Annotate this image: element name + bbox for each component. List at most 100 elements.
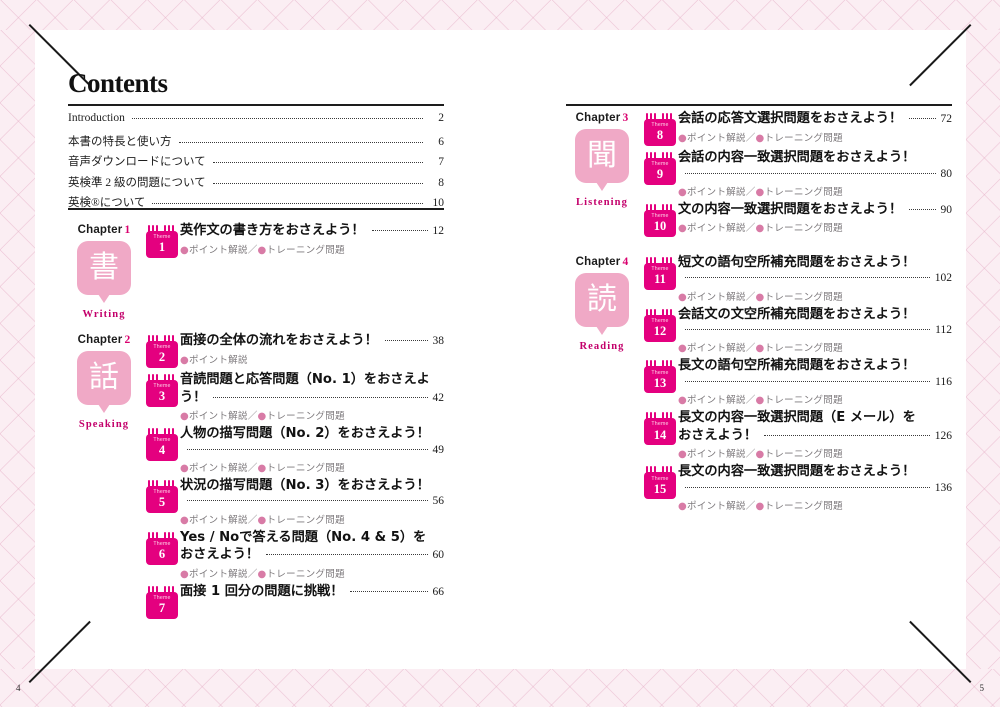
theme-body: Yes / Noで答える問題（No. 4 & 5）を おさえよう！ 60 ●ポイント解… <box>180 529 444 580</box>
toc-theme-entry[interactable]: Theme 5 状況の描写問題（No. 3）をおさえよう！ 56 ●ポイント解説／●トレ… <box>144 477 444 526</box>
chapter-kanji-bubble: 話 <box>77 351 131 413</box>
theme-page-number: 90 <box>940 203 953 216</box>
theme-title: 英作文の書き方をおさえよう！ <box>180 223 365 238</box>
toc-theme-entry[interactable]: Theme 1 英作文の書き方をおさえよう！ 12 ●ポイント解説／●トレーニング問題 <box>144 222 444 258</box>
theme-badge: Theme 14 <box>642 412 678 446</box>
front-matter-row[interactable]: 英検準 2 級の問題について 8 <box>68 174 444 195</box>
theme-badge: Theme 11 <box>642 256 678 290</box>
folio-left: 4 <box>16 683 21 693</box>
theme-title-block: 長文の内容一致選択問題（E メール）を おさえよう！ 126 <box>678 409 952 444</box>
theme-page-number: 49 <box>432 443 445 456</box>
theme-title-block: 短文の語句空所補充問題をおさえよう！ 102 <box>678 254 952 287</box>
theme-number: 14 <box>653 427 667 442</box>
leader-dots <box>685 172 936 174</box>
toc-theme-entry[interactable]: Theme 8 会話の応答文選択問題をおさえよう！ 72 ●ポイント解説／●トレーニング… <box>642 110 952 146</box>
front-matter-page: 7 <box>438 156 444 169</box>
leader-dots <box>685 277 930 279</box>
toc-theme-entry[interactable]: Theme 11 短文の語句空所補充問題をおさえよう！ 102 ●ポイント解説／●トレー… <box>642 254 952 303</box>
front-matter-row[interactable]: 本書の特長と使い方 6 <box>68 133 444 154</box>
theme-title-block: 人物の描写問題（No. 2）をおさえよう！ 49 <box>180 425 444 458</box>
corner-mark-bottom-left <box>28 620 92 683</box>
toc-theme-entry[interactable]: Theme 4 人物の描写問題（No. 2）をおさえよう！ 49 ●ポイント解説／●トレ… <box>144 425 444 474</box>
theme-title: 面接 1 回分の問題に挑戦！ <box>180 583 344 599</box>
theme-title-second-line: おさえよう！ 126 <box>678 427 952 445</box>
theme-page-number: 102 <box>934 272 952 285</box>
leader-dots <box>685 381 931 383</box>
theme-title: 会話の応答文選択問題をおさえよう！ <box>678 111 903 126</box>
theme-title-second-line: 49 <box>180 443 444 458</box>
toc-theme-entry[interactable]: Theme 10 文の内容一致選択問題をおさえよう！ 90 ●ポイント解説／●トレーニン… <box>642 201 952 237</box>
leader-dots <box>685 329 931 331</box>
theme-badge: Theme 2 <box>144 335 180 368</box>
theme-page-number: 12 <box>432 225 445 237</box>
leader-dots <box>685 486 930 488</box>
toc-theme-entry[interactable]: Theme 2 面接の全体の流れをおさえよう！ 38 ●ポイント解説 <box>144 332 444 368</box>
theme-number: 15 <box>653 481 667 496</box>
chapter-kanji: 書 <box>89 250 119 285</box>
column-right: Chapter 3 聞 Listening Theme 8 会話の応答文選択問題をおさえよう… <box>566 110 952 515</box>
leader-dots <box>371 230 428 231</box>
theme-title-cont: おさえよう！ <box>180 547 260 563</box>
front-matter-label: 英検準 2 級の問題について <box>68 176 206 189</box>
theme-title-block: 文の内容一致選択問題をおさえよう！ 90 <box>678 201 952 219</box>
theme-badge: Theme 5 <box>144 479 180 513</box>
chapter-theme-list: Theme 2 面接の全体の流れをおさえよう！ 38 ●ポイント解説 Theme 3 音読問題… <box>140 332 444 622</box>
theme-title: 状況の描写問題（No. 3）をおさえよう！ <box>180 477 430 493</box>
leader-dots <box>266 554 428 556</box>
chapter-label: Chapter 4 <box>566 256 638 268</box>
theme-body: 長文の内容一致選択問題（E メール）を おさえよう！ 126 ●ポイント解説／●トレー… <box>678 409 952 460</box>
theme-badge: Theme 15 <box>642 466 678 500</box>
leader-dots <box>187 448 428 450</box>
chapter-number: 2 <box>124 334 131 346</box>
chapter-badge[interactable]: Chapter 1 書 Writing <box>68 222 140 320</box>
theme-body: 長文の内容一致選択問題をおさえよう！ 136 ●ポイント解説／●トレーニング問題 <box>678 463 952 512</box>
chapter-label: Chapter 3 <box>566 112 638 124</box>
theme-subitems: ●ポイント解説／●トレーニング問題 <box>678 223 843 235</box>
chapter-kanji-bubble: 書 <box>77 241 131 303</box>
theme-title: Yes / Noで答える問題（No. 4 & 5）を <box>180 529 427 545</box>
toc-theme-entry[interactable]: Theme 3 音読問題と応答問題（No. 1）をおさえよ う！ 42 ●ポイント解説／●… <box>144 371 444 422</box>
chapter-word: Chapter <box>575 112 621 124</box>
toc-theme-entry[interactable]: Theme 7 面接 1 回分の問題に挑戦！ 66 <box>144 583 444 619</box>
leader-dots <box>909 208 936 210</box>
chapter-number: 3 <box>622 112 629 124</box>
toc-theme-entry[interactable]: Theme 6 Yes / Noで答える問題（No. 4 & 5）を おさえよう！ 60… <box>144 529 444 580</box>
theme-title: 長文の内容一致選択問題（E メール）を <box>678 410 916 426</box>
front-matter-row[interactable]: 音声ダウンロードについて 7 <box>68 153 444 174</box>
chapter-number: 1 <box>124 224 131 236</box>
theme-subitems: ●ポイント解説／●トレーニング問題 <box>180 514 345 526</box>
theme-title-second-line: う！ 42 <box>180 389 444 407</box>
chapter-theme-list: Theme 8 会話の応答文選択問題をおさえよう！ 72 ●ポイント解説／●トレーニング… <box>638 110 952 240</box>
chapter-theme-list: Theme 1 英作文の書き方をおさえよう！ 12 ●ポイント解説／●トレーニング問題 <box>140 222 444 261</box>
toc-theme-entry[interactable]: Theme 12 会話文の文空所補充問題をおさえよう！ 112 ●ポイント解説／●トレー… <box>642 306 952 354</box>
toc-theme-entry[interactable]: Theme 14 長文の内容一致選択問題（E メール）を おさえよう！ 126 ●ポイント… <box>642 409 952 460</box>
theme-page-number: 72 <box>940 113 953 125</box>
chapter-skill-name: Speaking <box>78 419 130 430</box>
chapter-badge[interactable]: Chapter 3 聞 Listening <box>566 110 638 208</box>
theme-title-block: 状況の描写問題（No. 3）をおさえよう！ 56 <box>180 477 444 510</box>
theme-badge-body: Theme 4 <box>146 434 178 462</box>
theme-title-second-line: おさえよう！ 60 <box>180 546 444 564</box>
leader-dots <box>909 118 936 119</box>
theme-page-number: 136 <box>934 481 952 494</box>
chapter-kanji: 話 <box>89 360 119 395</box>
toc-theme-entry[interactable]: Theme 9 会話の内容一致選択問題をおさえよう！ 80 ●ポイント解説／●トレーニン… <box>642 149 952 198</box>
theme-title: 会話文の文空所補充問題をおさえよう！ <box>678 306 916 322</box>
toc-theme-entry[interactable]: Theme 15 長文の内容一致選択問題をおさえよう！ 136 ●ポイント解説／●トレー… <box>642 463 952 512</box>
theme-title-block: 音読問題と応答問題（No. 1）をおさえよ う！ 42 <box>180 371 444 406</box>
theme-title-block: 面接の全体の流れをおさえよう！ 38 <box>180 332 444 350</box>
divider-top-right <box>566 104 952 107</box>
lattice-border-bottom <box>0 669 1000 707</box>
theme-subitems: ●ポイント解説 <box>180 354 248 366</box>
front-matter-row[interactable]: 英検®について 10 <box>68 194 444 215</box>
theme-number: 13 <box>653 375 667 390</box>
theme-page-number: 126 <box>934 429 952 442</box>
front-matter-row[interactable]: Introduction 2 <box>68 112 444 133</box>
theme-subitems: ●ポイント解説／●トレーニング問題 <box>180 568 345 580</box>
toc-theme-entry[interactable]: Theme 13 長文の語句空所補充問題をおさえよう！ 116 ●ポイント解説／●トレー… <box>642 357 952 406</box>
chapter-badge[interactable]: Chapter 2 話 Speaking <box>68 332 140 430</box>
theme-page-number: 116 <box>935 376 952 389</box>
theme-badge-body: Theme 12 <box>644 314 676 342</box>
theme-title: 会話の内容一致選択問題をおさえよう！ <box>678 150 916 165</box>
chapter-badge[interactable]: Chapter 4 読 Reading <box>566 254 638 352</box>
